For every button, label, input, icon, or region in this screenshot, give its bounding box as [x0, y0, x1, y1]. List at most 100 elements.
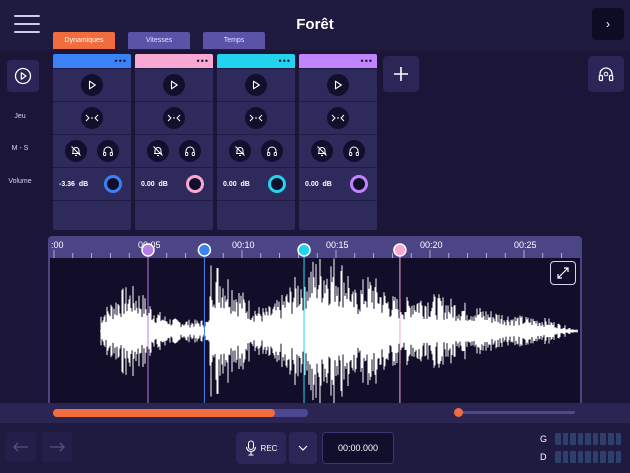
track-menu-icon[interactable]: ••• [279, 57, 291, 66]
solo-headphones-icon [267, 146, 277, 156]
tab-vitesses[interactable]: Vitesses [128, 32, 190, 49]
track-volume-row: 0.00 dB [217, 167, 295, 200]
volume-knob[interactable] [104, 175, 122, 193]
track-column: ••• -3.36 dB [53, 54, 131, 230]
solo-headphones-icon [185, 146, 195, 156]
marker-purple-handle[interactable] [141, 243, 155, 257]
meter-label-left: G [540, 434, 548, 444]
play-circle-icon [14, 67, 32, 85]
solo-headphones-icon [349, 146, 359, 156]
volume-value: -3.36 dB [59, 180, 89, 188]
volume-knob[interactable] [268, 175, 286, 193]
play-button[interactable] [81, 74, 103, 96]
tab-dynamiques[interactable]: Dynamiques [53, 32, 115, 49]
trim-arrows-icon [249, 114, 263, 122]
plus-icon [394, 67, 408, 81]
track-volume-row: -3.36 dB [53, 167, 131, 200]
footer-controls: REC 00:00.000 G D [0, 423, 630, 473]
mute-bell-icon [71, 146, 81, 156]
meter-segment [562, 451, 569, 463]
ruler-time-label: 00:25 [514, 240, 537, 250]
volume-value: 0.00 dB [141, 180, 168, 188]
trim-button[interactable] [163, 107, 185, 129]
headphones-button[interactable] [588, 56, 624, 92]
meter-segment [607, 451, 614, 463]
ruler-time-label: :00 [51, 240, 64, 250]
volume-knob[interactable] [350, 175, 368, 193]
track-play-row [217, 68, 295, 101]
meter-segment [585, 433, 591, 445]
mute-bell-icon [317, 146, 327, 156]
track-column: ••• 0.00 dB [135, 54, 213, 230]
mute-button[interactable] [65, 140, 87, 162]
waveform: :0000:0500:1000:1500:2000:25 [51, 240, 578, 404]
marker-pink-handle[interactable] [393, 243, 407, 257]
track-mute-solo-row [53, 134, 131, 167]
mute-button[interactable] [229, 140, 251, 162]
microphone-icon [245, 440, 256, 456]
trim-button[interactable] [245, 107, 267, 129]
play-icon [88, 80, 96, 90]
trim-button[interactable] [81, 107, 103, 129]
mute-button[interactable] [311, 140, 333, 162]
play-icon [170, 80, 178, 90]
next-button[interactable]: › [592, 8, 624, 40]
track-menu-icon[interactable]: ••• [115, 57, 127, 66]
waveform-panel[interactable]: :0000:0500:1000:1500:2000:25 [48, 236, 582, 406]
redo-button[interactable] [42, 432, 72, 462]
undo-button[interactable] [6, 432, 36, 462]
track-column: ••• 0.00 dB [217, 54, 295, 230]
solo-button[interactable] [343, 140, 365, 162]
volume-knob[interactable] [186, 175, 204, 193]
record-button[interactable]: REC [236, 432, 286, 464]
row-label-volume: Volume [8, 178, 32, 185]
marker-blue-handle[interactable] [197, 243, 212, 257]
meter-label-right: D [540, 452, 547, 462]
mute-bell-icon [153, 146, 163, 156]
marker-cyan-handle[interactable] [297, 243, 311, 257]
play-button[interactable] [327, 74, 349, 96]
expand-view-button[interactable] [550, 261, 576, 285]
play-all-button[interactable] [7, 60, 39, 92]
track-trim-row [299, 101, 377, 134]
ruler-time-label: 00:20 [420, 240, 443, 250]
volume-value: 0.00 dB [223, 180, 250, 188]
page-title: Forêt [296, 16, 334, 33]
redo-icon [50, 442, 65, 452]
playback-progress-fill [53, 409, 275, 417]
track-menu-icon[interactable]: ••• [361, 57, 373, 66]
play-button[interactable] [163, 74, 185, 96]
solo-button[interactable] [261, 140, 283, 162]
chevron-right-icon: › [606, 17, 610, 31]
playback-progress-bar[interactable] [53, 409, 308, 417]
solo-button[interactable] [179, 140, 201, 162]
track-mute-solo-row [135, 134, 213, 167]
meter-segment [555, 451, 561, 463]
mute-button[interactable] [147, 140, 169, 162]
track-color-header: ••• [217, 54, 295, 68]
add-track-button[interactable] [383, 56, 419, 92]
track-footer [53, 200, 131, 230]
track-trim-row [135, 101, 213, 134]
play-button[interactable] [245, 74, 267, 96]
track-sidebar: Jeu M - S Volume [0, 50, 44, 403]
trim-button[interactable] [327, 107, 349, 129]
meter-segment [592, 451, 599, 463]
meter-segment [585, 451, 591, 463]
track-menu-icon[interactable]: ••• [197, 57, 209, 66]
play-icon [334, 80, 342, 90]
tab-temps[interactable]: Temps [203, 32, 265, 49]
mute-bell-icon [235, 146, 245, 156]
zoom-slider[interactable] [454, 408, 575, 417]
meter-segment [577, 433, 584, 445]
row-label-mute-solo: M - S [11, 145, 29, 152]
solo-button[interactable] [97, 140, 119, 162]
track-trim-row [53, 101, 131, 134]
ruler-time-label: 00:15 [326, 240, 349, 250]
meter-segment [615, 451, 622, 463]
track-color-header: ••• [135, 54, 213, 68]
tab-bar: Dynamiques Vitesses Temps [53, 32, 265, 49]
ruler-time-label: 00:10 [232, 240, 255, 250]
zoom-slider-thumb[interactable] [454, 408, 463, 417]
record-options-dropdown[interactable] [289, 432, 317, 464]
